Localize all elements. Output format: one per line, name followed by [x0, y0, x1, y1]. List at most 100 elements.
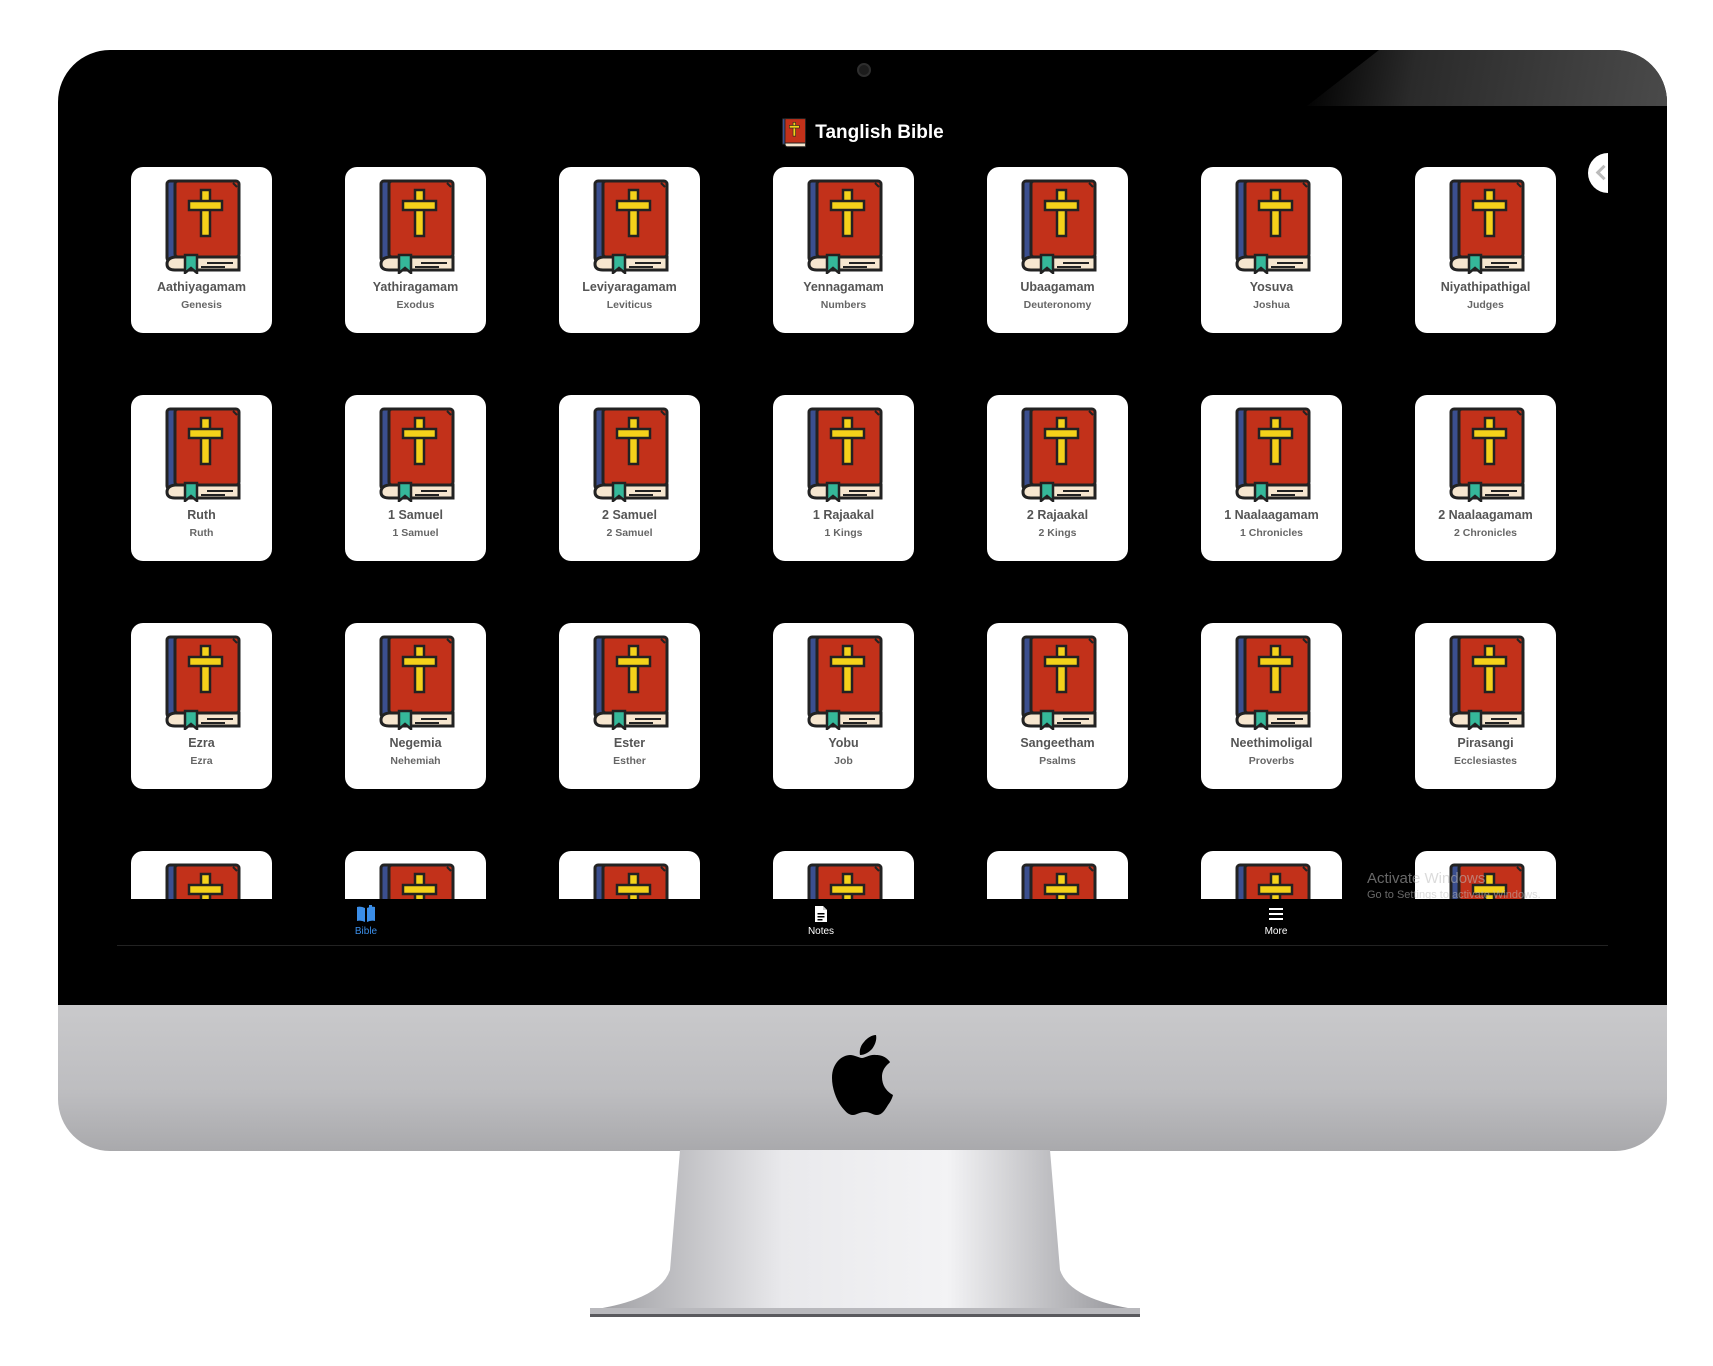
- book-card[interactable]: [773, 851, 914, 899]
- book-english-name: 1 Samuel: [392, 527, 439, 539]
- document-icon: [815, 906, 827, 922]
- book-english-name: Genesis: [181, 299, 222, 311]
- book-title: Sangeetham: [1020, 736, 1095, 750]
- bible-book-icon: [164, 179, 240, 274]
- book-title: Neethimoligal: [1230, 736, 1313, 750]
- book-title: 1 Rajaakal: [812, 508, 875, 522]
- app-title: Tanglish Bible: [815, 122, 944, 143]
- bible-book-icon: [1449, 863, 1524, 899]
- book-title: Yobu: [828, 736, 859, 750]
- nav-tab-more[interactable]: More: [1226, 905, 1326, 937]
- bible-book-icon: [1234, 179, 1310, 274]
- book-card[interactable]: 1 Rajaakal 1 Kings: [773, 395, 914, 561]
- nav-tab-notes[interactable]: Notes: [771, 905, 871, 937]
- book-english-name: Deuteronomy: [1023, 299, 1092, 311]
- book-english-name: Numbers: [820, 299, 867, 311]
- book-card[interactable]: Yobu Job: [773, 623, 914, 789]
- nav-tab-bible[interactable]: Bible: [316, 905, 416, 937]
- book-card[interactable]: 2 Naalaagamam 2 Chronicles: [1415, 395, 1556, 561]
- bible-book-icon: [806, 635, 882, 730]
- bible-book-icon: [782, 118, 807, 148]
- book-card[interactable]: [345, 851, 486, 899]
- book-card[interactable]: Leviyaragamam Leviticus: [559, 167, 700, 333]
- bible-book-icon: [165, 863, 240, 899]
- bible-book-icon: [1448, 407, 1524, 502]
- open-book-icon: [357, 905, 375, 922]
- book-card[interactable]: Neethimoligal Proverbs: [1201, 623, 1342, 789]
- book-card[interactable]: 1 Samuel 1 Samuel: [345, 395, 486, 561]
- book-card[interactable]: [1415, 851, 1556, 899]
- book-card[interactable]: [131, 851, 272, 899]
- book-title: Pirasangi: [1457, 736, 1514, 750]
- book-grid: Aathiyagamam Genesis Yathiragamam Exodus L…: [131, 167, 1556, 899]
- book-english-name: Proverbs: [1248, 755, 1295, 767]
- book-title: Ruth: [187, 508, 216, 522]
- book-english-name: Ezra: [190, 755, 213, 767]
- bible-book-icon: [1020, 179, 1096, 274]
- book-card[interactable]: [1201, 851, 1342, 899]
- book-card[interactable]: Sangeetham Psalms: [987, 623, 1128, 789]
- book-card[interactable]: Ezra Ezra: [131, 623, 272, 789]
- book-english-name: 1 Chronicles: [1239, 527, 1304, 539]
- book-card[interactable]: 1 Naalaagamam 1 Chronicles: [1201, 395, 1342, 561]
- book-card[interactable]: Aathiyagamam Genesis: [131, 167, 272, 333]
- book-card[interactable]: Ubaagamam Deuteronomy: [987, 167, 1128, 333]
- book-english-name: 2 Samuel: [606, 527, 653, 539]
- book-title: 2 Rajaakal: [1026, 508, 1089, 522]
- book-grid-scroll[interactable]: Aathiyagamam Genesis Yathiragamam Exodus L…: [117, 167, 1608, 899]
- camera: [857, 63, 871, 77]
- book-english-name: 1 Kings: [824, 527, 863, 539]
- book-english-name: 2 Kings: [1038, 527, 1077, 539]
- bible-book-icon: [164, 407, 240, 502]
- imac-stand: [590, 1150, 1140, 1317]
- book-card[interactable]: Yennagamam Numbers: [773, 167, 914, 333]
- book-title: 1 Samuel: [388, 508, 443, 522]
- hamburger-menu-icon: [1269, 908, 1283, 920]
- nav-bible-label: Bible: [354, 926, 378, 937]
- book-card[interactable]: Niyathipathigal Judges: [1415, 167, 1556, 333]
- book-title: Negemia: [389, 736, 442, 750]
- bible-book-icon: [1020, 407, 1096, 502]
- bible-book-icon: [1020, 635, 1096, 730]
- book-card[interactable]: Negemia Nehemiah: [345, 623, 486, 789]
- book-english-name: 2 Chronicles: [1453, 527, 1518, 539]
- book-title: Yennagamam: [803, 280, 884, 294]
- bible-book-icon: [1448, 179, 1524, 274]
- book-title: Ezra: [188, 736, 215, 750]
- bible-book-icon: [806, 407, 882, 502]
- book-card[interactable]: Pirasangi Ecclesiastes: [1415, 623, 1556, 789]
- book-card[interactable]: [987, 851, 1128, 899]
- bible-book-icon: [1448, 635, 1524, 730]
- book-card[interactable]: Ruth Ruth: [131, 395, 272, 561]
- book-card[interactable]: Ester Esther: [559, 623, 700, 789]
- book-title: Leviyaragamam: [582, 280, 677, 294]
- book-english-name: Esther: [613, 755, 646, 767]
- book-english-name: Nehemiah: [390, 755, 441, 767]
- bible-book-icon: [379, 863, 454, 899]
- book-title: 1 Naalaagamam: [1224, 508, 1319, 522]
- book-english-name: Psalms: [1039, 755, 1076, 767]
- book-card[interactable]: [559, 851, 700, 899]
- book-english-name: Joshua: [1253, 299, 1290, 311]
- book-card[interactable]: Yathiragamam Exodus: [345, 167, 486, 333]
- book-card[interactable]: Yosuva Joshua: [1201, 167, 1342, 333]
- bible-book-icon: [164, 635, 240, 730]
- bottom-navigation: Bible Notes More: [117, 899, 1608, 946]
- book-card[interactable]: 2 Rajaakal 2 Kings: [987, 395, 1128, 561]
- bible-book-icon: [1235, 863, 1310, 899]
- book-title: 2 Naalaagamam: [1438, 508, 1533, 522]
- bible-book-icon: [378, 179, 454, 274]
- book-english-name: Ecclesiastes: [1453, 755, 1518, 767]
- nav-more-label: More: [1264, 926, 1288, 937]
- bible-book-icon: [592, 635, 668, 730]
- book-card[interactable]: 2 Samuel 2 Samuel: [559, 395, 700, 561]
- bible-book-icon: [1021, 863, 1096, 899]
- bible-book-icon: [592, 179, 668, 274]
- book-english-name: Leviticus: [606, 299, 653, 311]
- book-title: Yathiragamam: [372, 280, 459, 294]
- bible-book-icon: [1234, 635, 1310, 730]
- book-english-name: Judges: [1467, 299, 1504, 311]
- bible-book-icon: [378, 407, 454, 502]
- book-title: Yosuva: [1249, 280, 1294, 294]
- book-english-name: Exodus: [396, 299, 435, 311]
